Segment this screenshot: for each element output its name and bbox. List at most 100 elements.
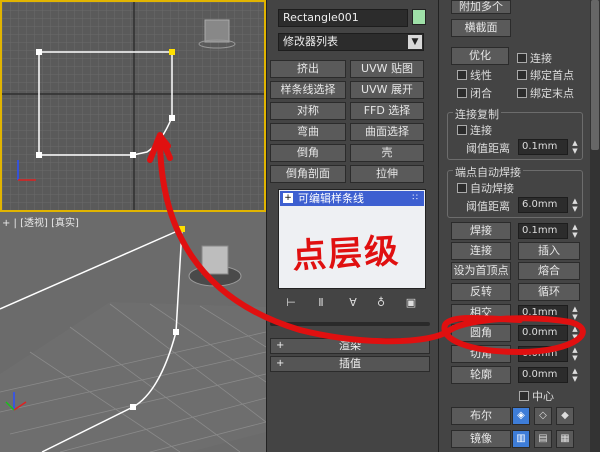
spinner-arrows-icon[interactable]: ▲ ▼ — [571, 223, 579, 239]
insert-button[interactable]: 插入 — [518, 242, 580, 260]
spinner-arrows-icon[interactable]: ▲ ▼ — [571, 305, 579, 321]
connect-checkbox[interactable]: 连接 — [517, 50, 552, 66]
annotation-text: 点层级 — [291, 231, 402, 277]
threshold-label: 阈值距离 — [466, 142, 510, 155]
connect-button[interactable]: 连接 — [451, 242, 511, 260]
cycle-button[interactable]: 循环 — [518, 283, 580, 301]
modifier-list-label: 修改器列表 — [283, 35, 338, 48]
spinner-arrows-icon[interactable]: ▲ ▼ — [571, 367, 579, 383]
modifier-button[interactable]: 拉伸 — [350, 165, 424, 183]
attach-mult-button[interactable]: 附加多个 — [451, 0, 511, 14]
vertex-handle — [173, 329, 179, 335]
stack-toolbar: ⊢ Ⅱ ∀ ♁ ▣ — [278, 295, 428, 313]
mirror-horizontal-icon[interactable]: ▥ — [512, 430, 530, 448]
union-icon[interactable]: ◈ — [512, 407, 530, 425]
group-title: 连接复制 — [453, 106, 501, 122]
object-color-swatch[interactable] — [412, 9, 426, 25]
expand-icon: + — [276, 340, 285, 351]
vertex-handle — [169, 49, 175, 55]
modifier-button[interactable]: 对称 — [270, 102, 346, 120]
mirror-both-icon[interactable]: ▦ — [556, 430, 574, 448]
center-checkbox[interactable]: 中心 — [519, 388, 554, 404]
stack-item-editable-spline[interactable]: + 可编辑样条线 ∷ — [280, 191, 424, 206]
fillet-spinner[interactable]: 0.0mm — [518, 325, 568, 341]
modifier-button[interactable]: 弯曲 — [270, 123, 346, 141]
refine-button[interactable]: 优化 — [451, 47, 509, 65]
reverse-button[interactable]: 反转 — [451, 283, 511, 301]
divider — [270, 322, 430, 326]
spinner-arrows-icon[interactable]: ▲ ▼ — [571, 325, 579, 341]
modifier-button[interactable]: 曲面选择 — [350, 123, 424, 141]
boolean-button[interactable]: 布尔 — [451, 407, 511, 425]
chamfer-spinner[interactable]: 0.0mm — [518, 346, 568, 362]
modifier-button[interactable]: 挤出 — [270, 60, 346, 78]
panel-scrollbar[interactable] — [590, 0, 600, 452]
perspective-viewport-canvas — [0, 226, 266, 452]
pin-stack-icon[interactable]: ⊢ — [282, 295, 300, 311]
modifier-button[interactable]: 倒角剖面 — [270, 165, 346, 183]
mirror-vertical-icon[interactable]: ▤ — [534, 430, 552, 448]
modifier-button[interactable]: 壳 — [350, 144, 424, 162]
spinner-arrows-icon[interactable]: ▲ ▼ — [571, 139, 579, 155]
bind-last-checkbox[interactable]: 绑定末点 — [517, 85, 574, 101]
fillet-button[interactable]: 圆角 — [451, 324, 511, 342]
modifier-list-dropdown[interactable]: 修改器列表 ▼ — [278, 33, 424, 51]
intersect-button[interactable]: 相交 — [451, 304, 511, 322]
expand-icon[interactable]: + — [283, 193, 293, 203]
weld-spinner[interactable]: 0.1mm — [518, 223, 568, 239]
modifier-button[interactable]: 样条线选择 — [270, 81, 346, 99]
viewcube-icon — [204, 19, 230, 43]
expand-icon: + — [276, 358, 285, 369]
vertex-handle — [36, 49, 42, 55]
spinner-arrows-icon[interactable]: ▲ ▼ — [571, 197, 579, 213]
rollout-label: 插值 — [339, 357, 361, 370]
rollout-label: 渲染 — [339, 339, 361, 352]
intersect-spinner[interactable]: 0.1mm — [518, 305, 568, 321]
modifier-button[interactable]: FFD 选择 — [350, 102, 424, 120]
vertex-handle — [179, 226, 185, 232]
weld-button[interactable]: 焊接 — [451, 222, 511, 240]
object-name-field[interactable]: Rectangle001 — [278, 9, 408, 27]
linear-checkbox[interactable]: 线性 — [457, 67, 492, 83]
threshold-spinner[interactable]: 0.1mm — [518, 139, 568, 155]
stack-item-label: 可编辑样条线 — [298, 192, 364, 205]
chevron-down-icon: ▼ — [408, 35, 422, 49]
outline-spinner[interactable]: 0.0mm — [518, 367, 568, 383]
show-end-result-icon[interactable]: Ⅱ — [312, 295, 330, 311]
vertex-handle — [130, 152, 136, 158]
threshold-label: 阈值距离 — [466, 200, 510, 213]
closed-checkbox[interactable]: 闭合 — [457, 85, 492, 101]
intersect-icon[interactable]: ◆ — [556, 407, 574, 425]
vertex-handle — [130, 404, 136, 410]
grip-icon: ∷ — [412, 193, 418, 203]
modifier-button[interactable]: UVW 贴图 — [350, 60, 424, 78]
threshold-spinner[interactable]: 6.0mm — [518, 197, 568, 213]
chamfer-button[interactable]: 切角 — [451, 345, 511, 363]
viewcube-icon — [201, 245, 229, 275]
vertex-handle — [169, 115, 175, 121]
bind-first-checkbox[interactable]: 绑定首点 — [517, 67, 574, 83]
cross-section-button[interactable]: 横截面 — [451, 19, 511, 37]
auto-weld-checkbox[interactable]: 自动焊接 — [457, 180, 514, 196]
outline-button[interactable]: 轮廓 — [451, 366, 511, 384]
scrollbar-thumb[interactable] — [591, 0, 599, 150]
subtract-icon[interactable]: ◇ — [534, 407, 552, 425]
connect-copy-checkbox[interactable]: 连接 — [457, 122, 492, 138]
make-unique-icon[interactable]: ∀ — [344, 295, 362, 311]
mirror-button[interactable]: 镜像 — [451, 430, 511, 448]
make-first-button[interactable]: 设为首顶点 — [451, 262, 511, 280]
perspective-viewport[interactable]: + | [透视] [真实] — [0, 212, 266, 452]
vertex-handle — [36, 152, 42, 158]
remove-modifier-icon[interactable]: ♁ — [372, 295, 390, 311]
rollout-render[interactable]: + 渲染 — [270, 338, 430, 354]
rollout-interpolation[interactable]: + 插值 — [270, 356, 430, 372]
fuse-button[interactable]: 熔合 — [518, 262, 580, 280]
spinner-arrows-icon[interactable]: ▲ ▼ — [571, 346, 579, 362]
group-title: 端点自动焊接 — [453, 164, 523, 180]
configure-sets-icon[interactable]: ▣ — [402, 295, 420, 311]
viewport-label[interactable]: + | [透视] [真实] — [2, 214, 79, 229]
modifier-button[interactable]: 倒角 — [270, 144, 346, 162]
top-viewport[interactable] — [0, 0, 266, 212]
modifier-button[interactable]: UVW 展开 — [350, 81, 424, 99]
top-viewport-canvas — [2, 2, 264, 210]
